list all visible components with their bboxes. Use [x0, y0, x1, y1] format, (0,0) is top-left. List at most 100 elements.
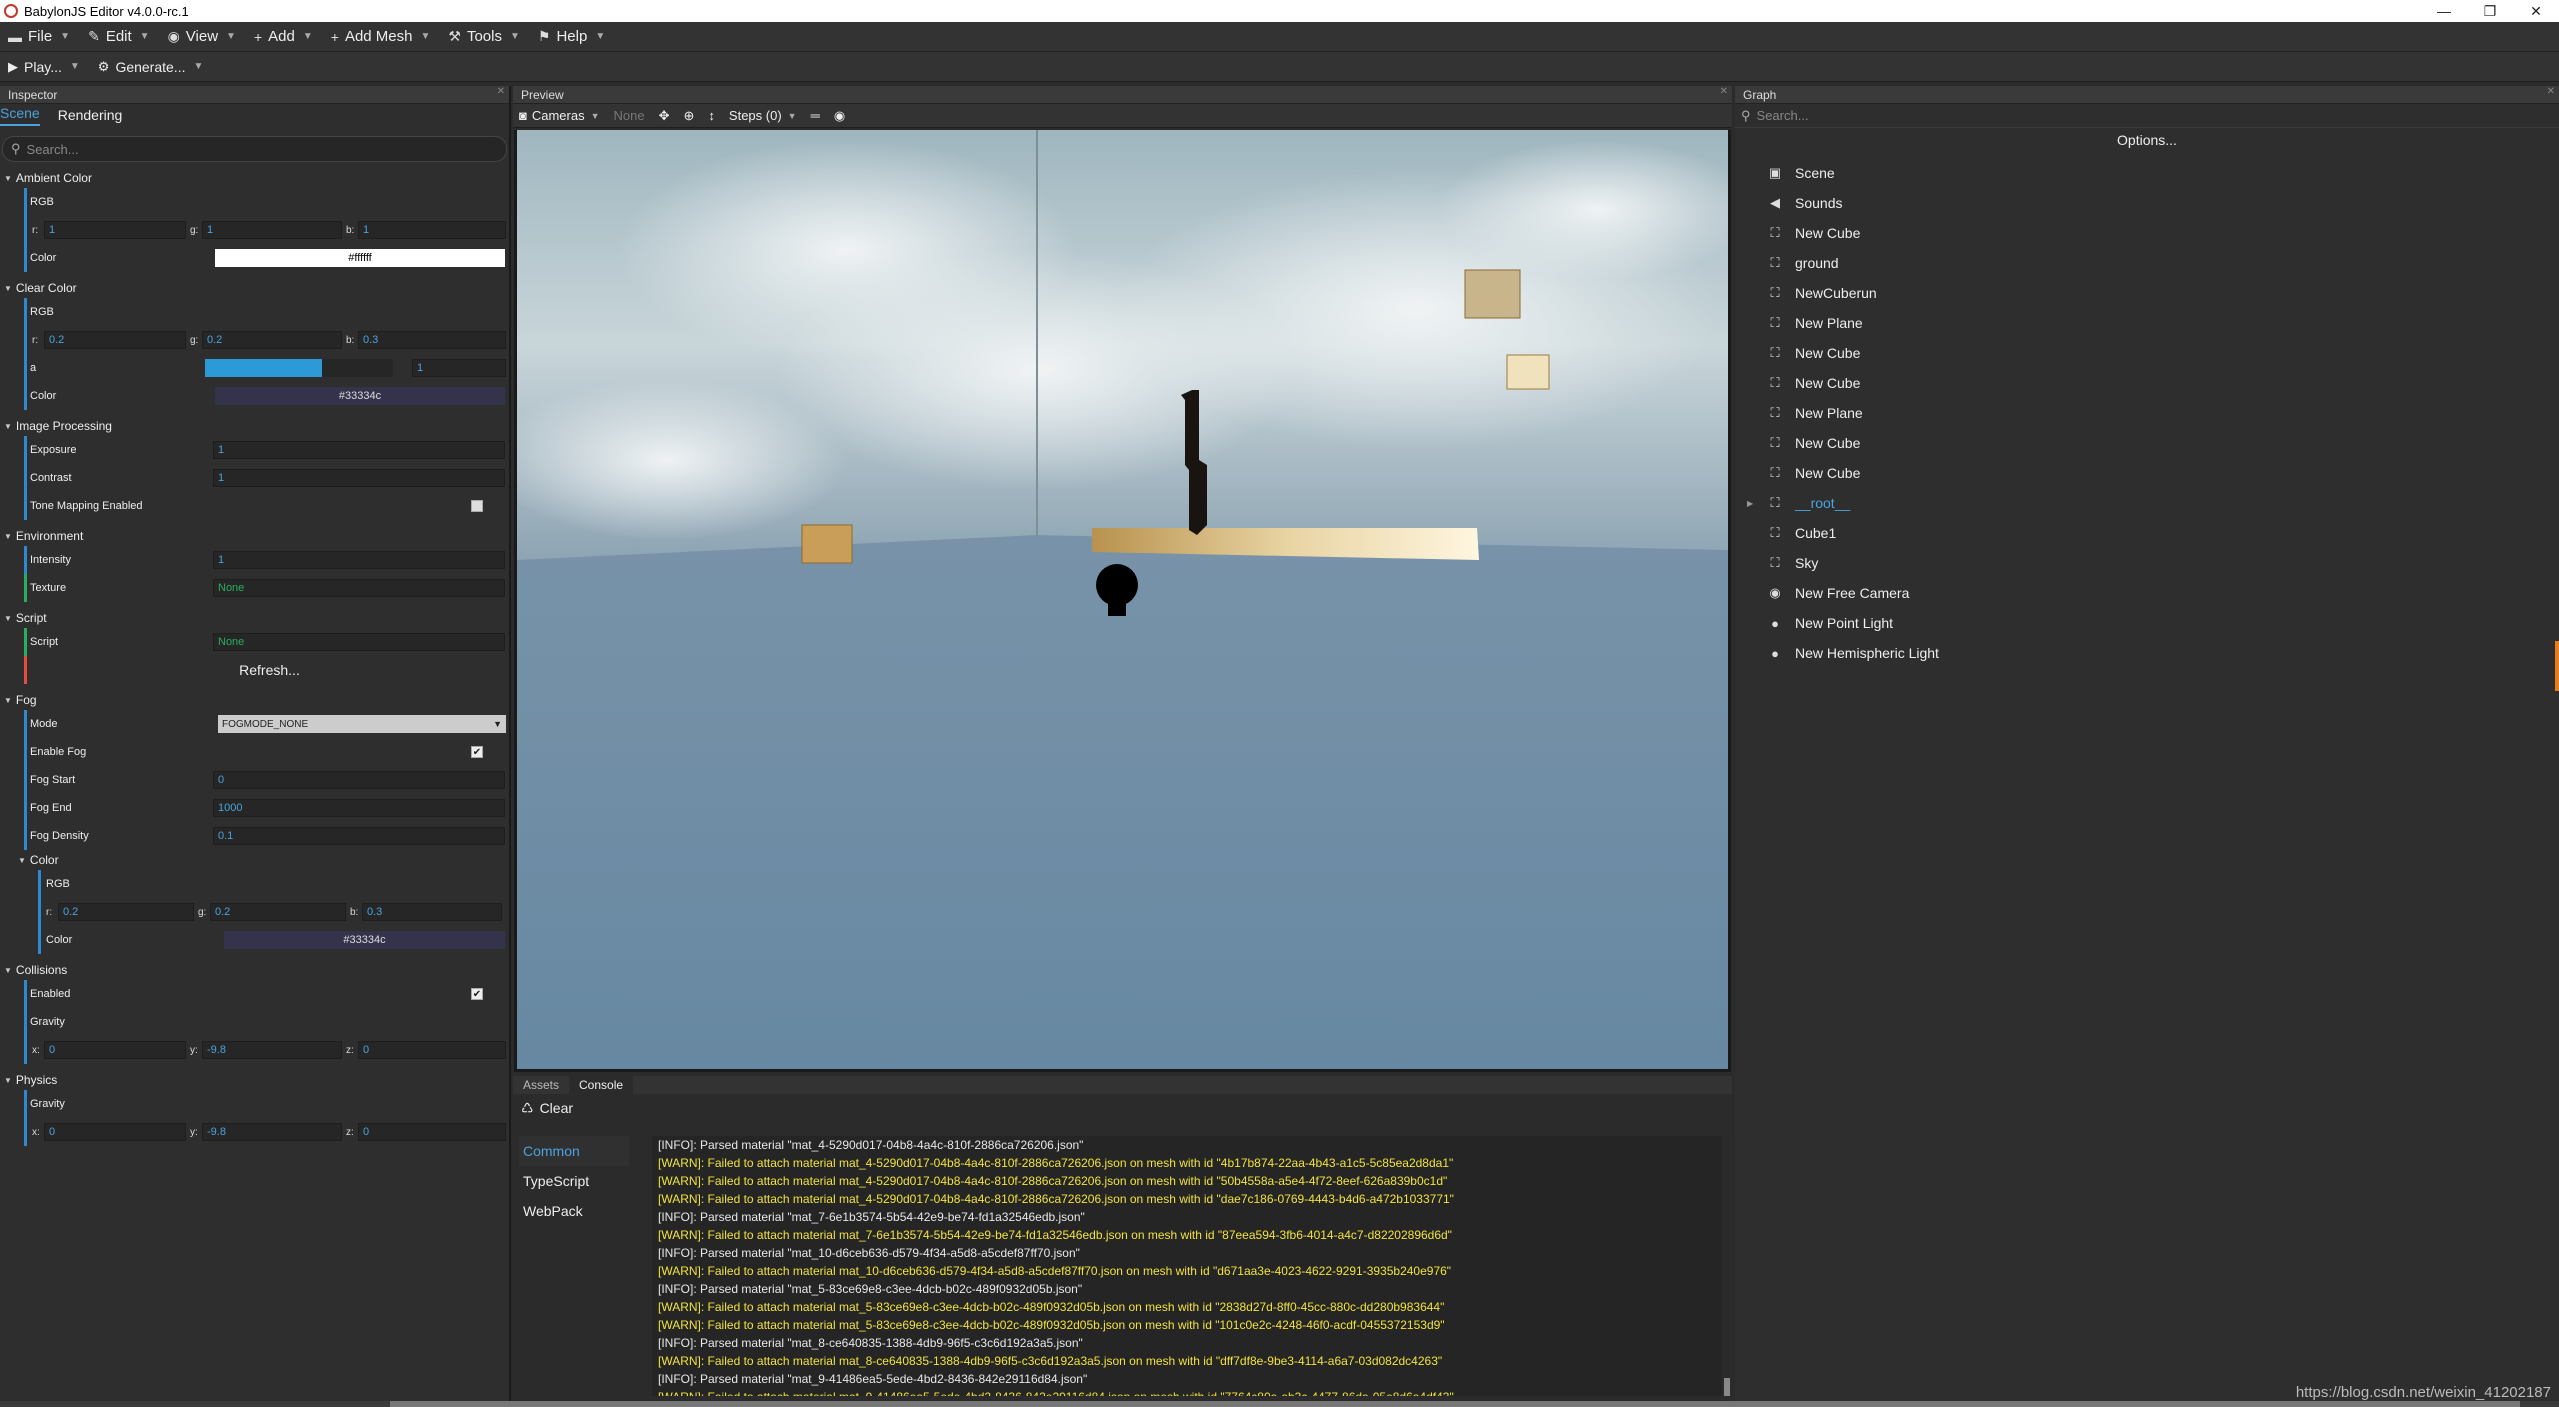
graph-node[interactable]: ▣ Scene: [1735, 158, 2559, 188]
graph-node[interactable]: ⛶ New Cube: [1735, 218, 2559, 248]
minimize-button[interactable]: —: [2421, 0, 2467, 22]
collisions-z-field[interactable]: 0: [358, 1041, 506, 1059]
scene-viewport[interactable]: [514, 130, 1731, 1072]
rotate-gizmo-icon[interactable]: ⊕: [684, 108, 695, 124]
graph-node[interactable]: ● New Point Light: [1735, 608, 2559, 638]
section-fog-color[interactable]: ▼ Color: [0, 850, 509, 870]
graph-node[interactable]: ⛶ ground: [1735, 248, 2559, 278]
menu-edit[interactable]: ✎ Edit ▼: [80, 22, 160, 52]
section-image-processing[interactable]: ▼ Image Processing: [0, 416, 509, 436]
physics-y-field[interactable]: -9.8: [202, 1123, 342, 1141]
console-scrollbar[interactable]: [1724, 1136, 1730, 1396]
graph-node[interactable]: ⛶ NewCuberun: [1735, 278, 2559, 308]
console-tab-typescript[interactable]: TypeScript: [519, 1166, 629, 1196]
fog-g-field[interactable]: 0.2: [210, 903, 346, 921]
menu-view[interactable]: ◉ View ▼: [160, 22, 246, 52]
collisions-y-field[interactable]: -9.8: [202, 1041, 342, 1059]
ambient-r-field[interactable]: 1: [44, 221, 186, 239]
tab-scene[interactable]: Scene: [0, 105, 40, 126]
horizontal-scrollbar[interactable]: [0, 1401, 2559, 1407]
clear-alpha-field[interactable]: 1: [412, 359, 506, 377]
wireframe-icon[interactable]: ═: [811, 108, 820, 123]
section-environment[interactable]: ▼ Environment: [0, 526, 509, 546]
fog-enable-checkbox[interactable]: ✔: [471, 746, 483, 758]
clear-color-swatch[interactable]: #33334c: [215, 387, 505, 405]
refresh-button[interactable]: Refresh...: [239, 662, 300, 678]
play-button[interactable]: ▶ Play... ▼: [0, 52, 90, 82]
inspector-search-input[interactable]: ⚲ Search...: [2, 136, 507, 162]
close-icon[interactable]: ✕: [1720, 86, 1728, 97]
console-tab-webpack[interactable]: WebPack: [519, 1196, 629, 1226]
clear-b-field[interactable]: 0.3: [358, 331, 506, 349]
script-field[interactable]: None: [213, 633, 505, 651]
console-log[interactable]: [INFO]: Parsed material "mat_4-5290d017-…: [652, 1136, 1722, 1396]
graph-search-input[interactable]: ⚲ Search...: [1735, 104, 2559, 128]
cameras-dropdown[interactable]: ◙ Cameras ▼: [519, 108, 600, 123]
section-clear-color[interactable]: ▼ Clear Color: [0, 278, 509, 298]
graph-node[interactable]: ⛶ Cube1: [1735, 518, 2559, 548]
console-tab-common[interactable]: Common: [519, 1136, 629, 1166]
menu-tools[interactable]: ⚒ Tools ▼: [440, 22, 530, 52]
clear-g-field[interactable]: 0.2: [202, 331, 342, 349]
tonemap-checkbox[interactable]: [471, 500, 483, 512]
expand-icon[interactable]: ▶: [1747, 499, 1753, 508]
exposure-field[interactable]: 1: [213, 441, 505, 459]
collisions-enabled-checkbox[interactable]: ✔: [471, 988, 483, 1000]
menu-file[interactable]: ▬ File ▼: [0, 22, 80, 52]
graph-node[interactable]: ● New Hemispheric Light: [1735, 638, 2559, 668]
physics-x-field[interactable]: 0: [44, 1123, 186, 1141]
fog-b-field[interactable]: 0.3: [362, 903, 502, 921]
menu-help[interactable]: ⚑ Help ▼: [530, 22, 615, 52]
fog-color-swatch[interactable]: #33334c: [224, 931, 505, 949]
section-physics[interactable]: ▼ Physics: [0, 1070, 509, 1090]
graph-node[interactable]: ▶ ⛶ __root__: [1735, 488, 2559, 518]
ambient-color-swatch[interactable]: #ffffff: [215, 249, 505, 267]
fog-end-field[interactable]: 1000: [213, 799, 505, 817]
move-gizmo-icon[interactable]: ✥: [659, 108, 670, 124]
fog-start-field[interactable]: 0: [213, 771, 505, 789]
fog-r-field[interactable]: 0.2: [58, 903, 194, 921]
section-ambient-color[interactable]: ▼ Ambient Color: [0, 168, 509, 188]
none-button[interactable]: None: [614, 108, 645, 123]
clear-r-field[interactable]: 0.2: [44, 331, 186, 349]
menu-add-mesh[interactable]: + Add Mesh ▼: [323, 22, 441, 52]
collisions-x-field[interactable]: 0: [44, 1041, 186, 1059]
graph-options-button[interactable]: Options...: [1735, 128, 2559, 152]
ambient-g-field[interactable]: 1: [202, 221, 342, 239]
graph-node[interactable]: ⛶ New Cube: [1735, 428, 2559, 458]
close-icon[interactable]: ✕: [497, 86, 505, 97]
menu-add[interactable]: + Add ▼: [246, 22, 323, 52]
scale-gizmo-icon[interactable]: ↕: [708, 108, 715, 123]
graph-node[interactable]: ⛶ New Cube: [1735, 368, 2559, 398]
graph-node[interactable]: ◀ Sounds: [1735, 188, 2559, 218]
tab-rendering[interactable]: Rendering: [58, 107, 123, 126]
scrollbar-thumb[interactable]: [1724, 1378, 1730, 1396]
scrollbar-thumb[interactable]: [390, 1401, 2520, 1407]
section-fog[interactable]: ▼ Fog: [0, 690, 509, 710]
fog-mode-select[interactable]: FOGMODE_NONE ▼: [218, 715, 506, 733]
console-clear-button[interactable]: ♺ Clear: [513, 1094, 1732, 1122]
close-icon[interactable]: ✕: [2547, 86, 2555, 97]
section-script[interactable]: ▼ Script: [0, 608, 509, 628]
close-window-button[interactable]: ✕: [2513, 0, 2559, 22]
ambient-b-field[interactable]: 1: [358, 221, 506, 239]
graph-node[interactable]: ⛶ New Cube: [1735, 338, 2559, 368]
graph-node[interactable]: ⛶ New Plane: [1735, 398, 2559, 428]
tab-assets[interactable]: Assets: [513, 1076, 569, 1094]
alpha-slider[interactable]: [205, 359, 393, 377]
texture-field[interactable]: None: [213, 579, 505, 597]
generate-button[interactable]: ⚙ Generate... ▼: [90, 52, 214, 82]
graph-node[interactable]: ⛶ New Plane: [1735, 308, 2559, 338]
graph-node[interactable]: ⛶ Sky: [1735, 548, 2559, 578]
graph-node[interactable]: ⛶ New Cube: [1735, 458, 2559, 488]
steps-dropdown[interactable]: Steps (0) ▼: [729, 108, 797, 123]
section-collisions[interactable]: ▼ Collisions: [0, 960, 509, 980]
intensity-field[interactable]: 1: [213, 551, 505, 569]
physics-z-field[interactable]: 0: [358, 1123, 506, 1141]
fog-density-field[interactable]: 0.1: [213, 827, 505, 845]
contrast-field[interactable]: 1: [213, 469, 505, 487]
graph-node[interactable]: ◉ New Free Camera: [1735, 578, 2559, 608]
graph-scroll-indicator[interactable]: [2555, 641, 2559, 691]
maximize-button[interactable]: ❐: [2467, 0, 2513, 22]
eye-icon[interactable]: ◉: [834, 108, 845, 124]
